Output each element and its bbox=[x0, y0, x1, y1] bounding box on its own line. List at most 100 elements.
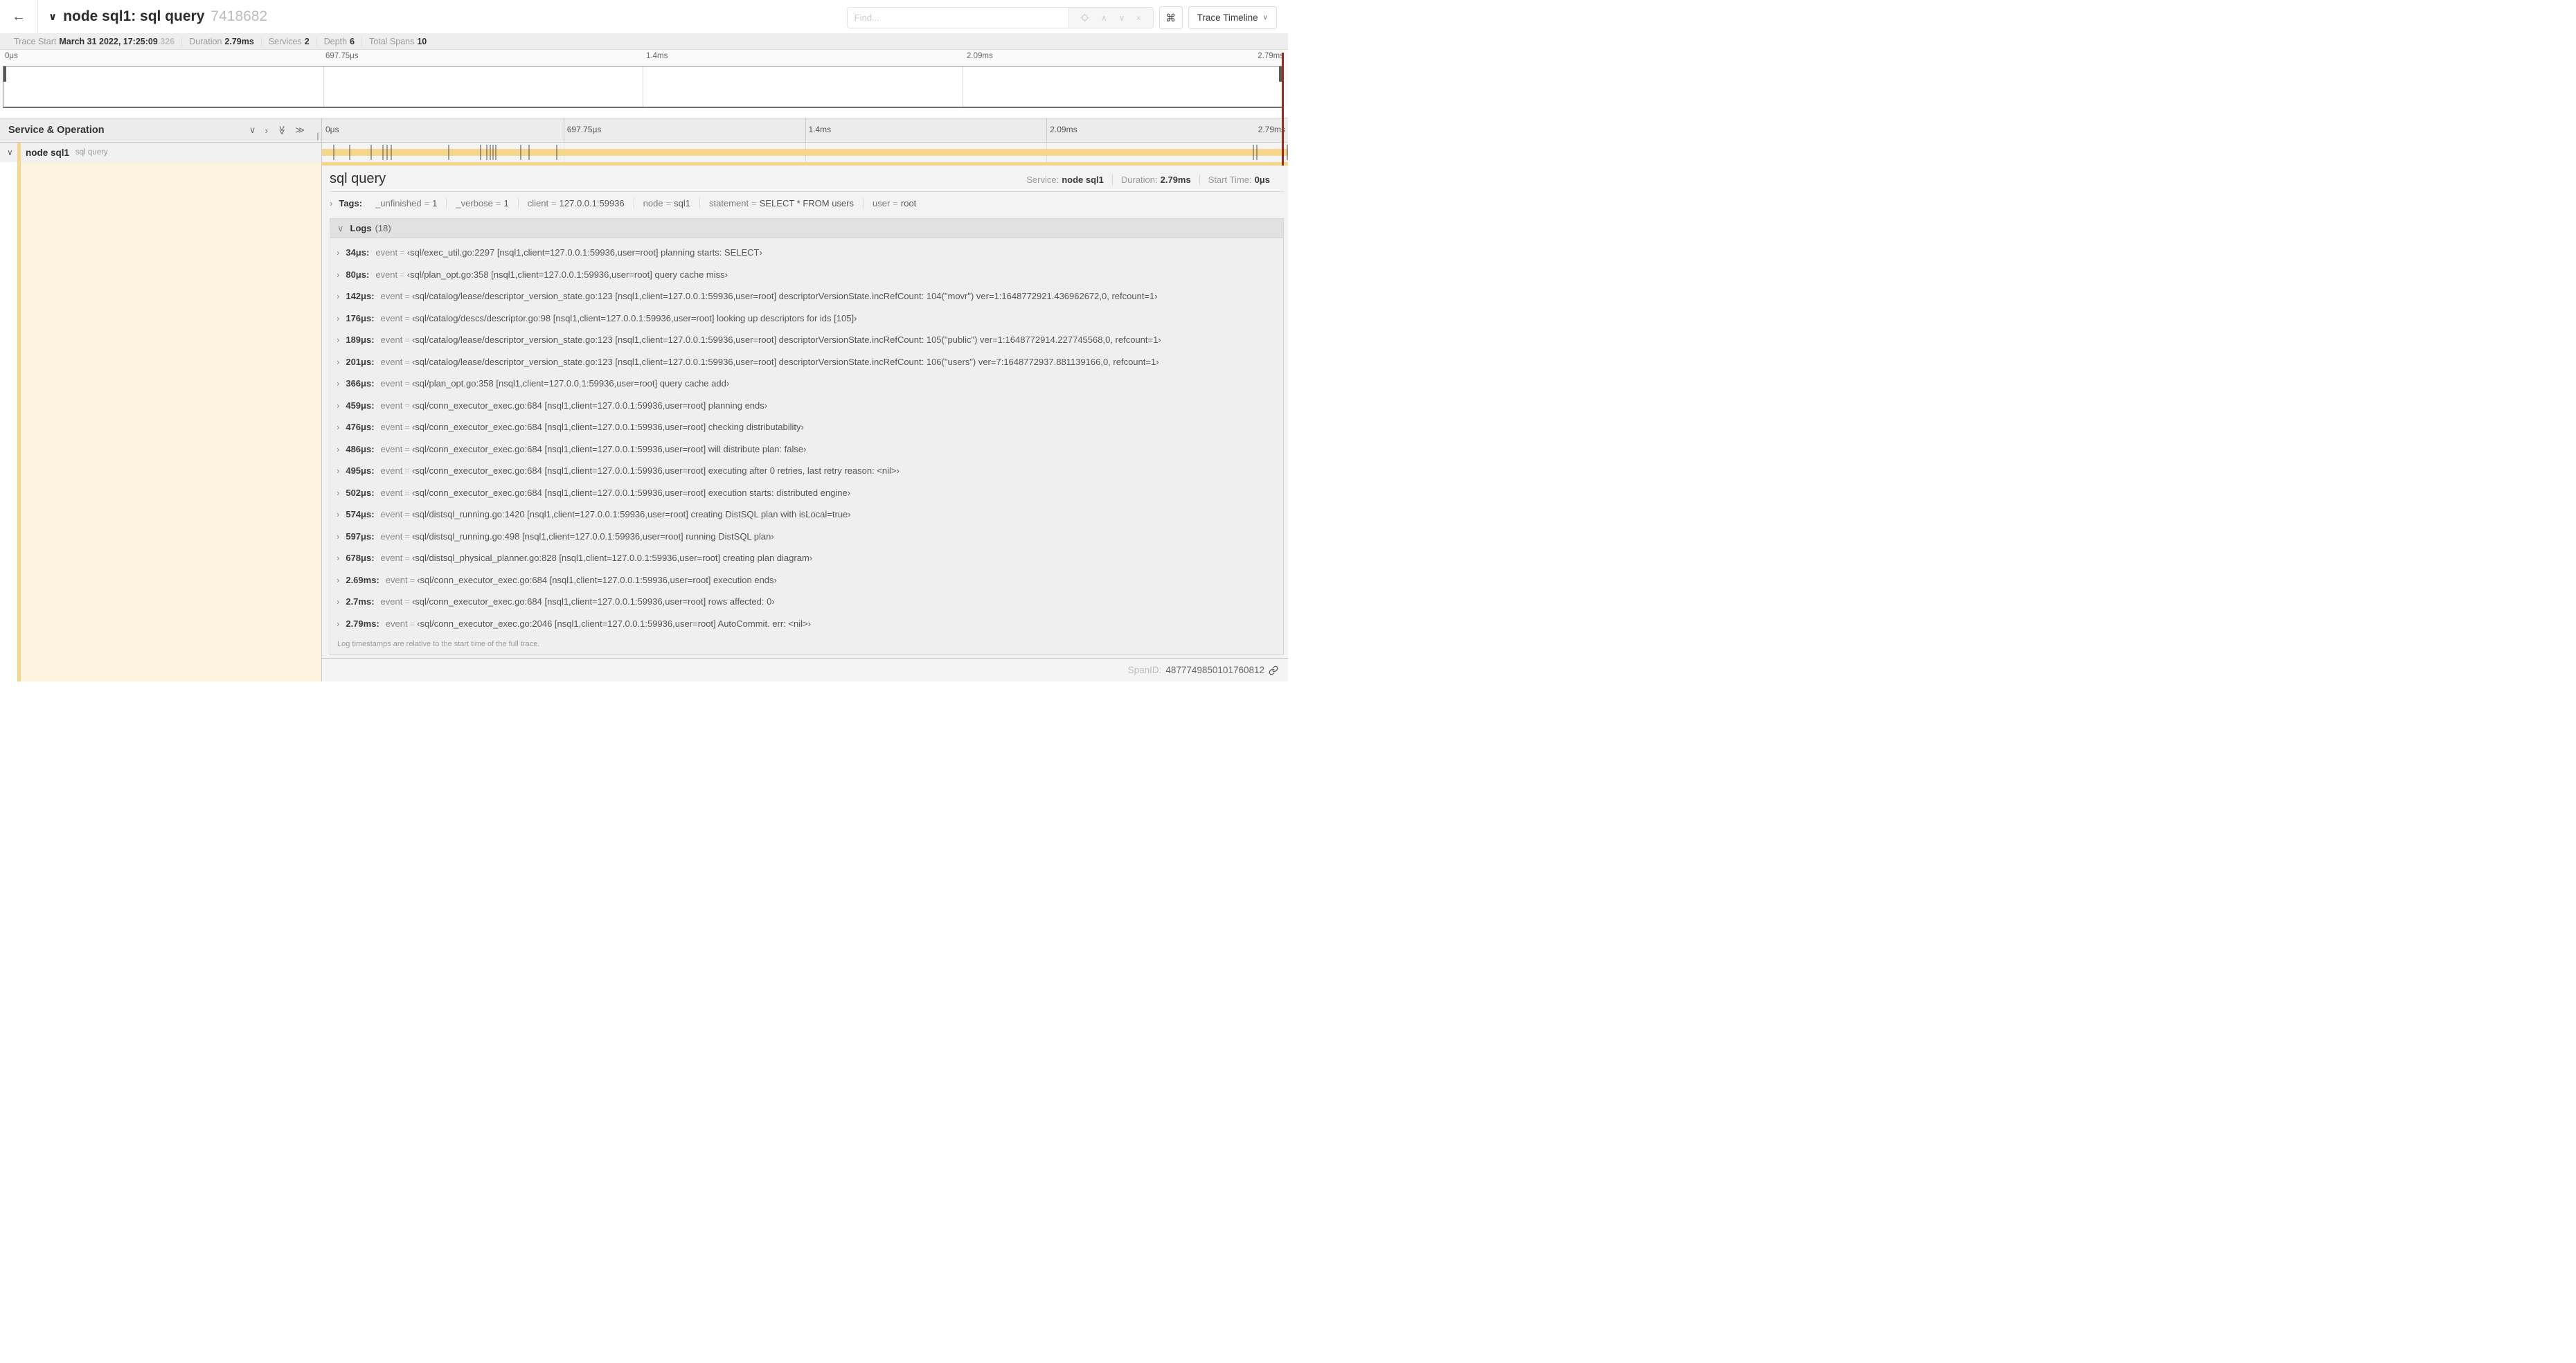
chevron-right-icon: › bbox=[337, 618, 340, 629]
log-timestamp: 34μs: bbox=[346, 247, 370, 258]
span-collapse-chevron-icon[interactable]: ∨ bbox=[7, 148, 13, 157]
span-id-label: SpanID: bbox=[1127, 665, 1162, 675]
view-selector-button[interactable]: Trace Timeline ∨ bbox=[1188, 6, 1277, 29]
chevron-right-icon: › bbox=[337, 596, 340, 607]
log-entry[interactable]: › 34μs: event = ‹sql/exec_util.go:2297 [… bbox=[337, 242, 1283, 264]
span-row[interactable]: ∨ node sql1 sql query bbox=[0, 143, 1288, 162]
chevron-down-icon: ∨ bbox=[1262, 14, 1268, 21]
log-timestamp: 459μs: bbox=[346, 400, 375, 411]
minimap-canvas[interactable] bbox=[3, 66, 1282, 108]
log-entry[interactable]: › 597μs: event = ‹sql/distsql_running.go… bbox=[337, 526, 1283, 548]
span-id-footer: SpanID: 4877749850101760812 bbox=[322, 658, 1288, 682]
timeline-minimap[interactable]: 0μs 697.75μs 1.4ms 2.09ms 2.79ms bbox=[0, 50, 1288, 108]
locate-icon[interactable] bbox=[1080, 13, 1089, 22]
log-entry[interactable]: › 476μs: event = ‹sql/conn_executor_exec… bbox=[337, 416, 1283, 438]
chevron-right-icon: › bbox=[337, 269, 340, 280]
trace-summary-bar: Trace Start March 31 2022, 17:25:09.326 Du… bbox=[0, 34, 1288, 50]
log-entry[interactable]: › 2.79ms: event = ‹sql/conn_executor_exe… bbox=[337, 613, 1283, 635]
log-message: ‹sql/catalog/lease/descriptor_version_st… bbox=[411, 291, 1158, 302]
span-bar-area[interactable] bbox=[322, 143, 1288, 162]
log-timestamp: 2.69ms: bbox=[346, 574, 379, 585]
log-marker-tick bbox=[492, 145, 494, 160]
chevron-right-icon: › bbox=[330, 198, 333, 208]
log-marker-tick bbox=[391, 145, 392, 160]
span-row-name-column[interactable]: ∨ node sql1 sql query bbox=[0, 143, 322, 162]
log-entry[interactable]: › 201μs: event = ‹sql/catalog/lease/desc… bbox=[337, 351, 1283, 373]
keyboard-shortcuts-button[interactable]: ⌘ bbox=[1159, 6, 1183, 29]
log-timestamp: 201μs: bbox=[346, 356, 375, 367]
tags-label: Tags: bbox=[339, 198, 363, 208]
copy-link-icon[interactable] bbox=[1269, 666, 1278, 675]
log-marker-tick bbox=[556, 145, 557, 160]
log-marker-tick bbox=[382, 145, 384, 160]
ruler-tick-label: 697.75μs bbox=[566, 125, 602, 134]
back-button[interactable]: ← bbox=[0, 0, 38, 33]
log-message: ‹sql/distsql_running.go:1420 [nsql1,clie… bbox=[411, 509, 851, 520]
log-timestamp: 476μs: bbox=[346, 422, 375, 433]
log-field-key: event bbox=[380, 291, 403, 302]
chevron-right-icon: › bbox=[337, 291, 340, 302]
clear-search-icon[interactable]: × bbox=[1136, 13, 1141, 23]
collapse-one-icon[interactable]: ∨ bbox=[249, 125, 256, 136]
log-entry[interactable]: › 502μs: event = ‹sql/conn_executor_exec… bbox=[337, 482, 1283, 504]
log-message: ‹sql/plan_opt.go:358 [nsql1,client=127.0… bbox=[411, 378, 730, 389]
expand-one-icon[interactable]: › bbox=[265, 125, 267, 136]
log-field-key: event bbox=[380, 312, 403, 323]
log-equals: = bbox=[404, 443, 410, 454]
log-entry[interactable]: › 2.7ms: event = ‹sql/conn_executor_exec… bbox=[337, 591, 1283, 613]
log-entry[interactable]: › 189μs: event = ‹sql/catalog/lease/desc… bbox=[337, 329, 1283, 351]
logs-header[interactable]: ∨ Logs (18) bbox=[330, 219, 1283, 238]
log-entry[interactable]: › 574μs: event = ‹sql/distsql_running.go… bbox=[337, 504, 1283, 526]
log-field-key: event bbox=[380, 465, 403, 476]
log-entry[interactable]: › 142μs: event = ‹sql/catalog/lease/desc… bbox=[337, 285, 1283, 308]
log-entry[interactable]: › 80μs: event = ‹sql/plan_opt.go:358 [ns… bbox=[337, 264, 1283, 286]
service-operation-header: Service & Operation ∨ › ≫ ≫ ∥ bbox=[0, 118, 322, 142]
minimap-gridline bbox=[323, 66, 324, 107]
log-message: ‹sql/exec_util.go:2297 [nsql1,client=127… bbox=[406, 247, 762, 258]
log-entry[interactable]: › 2.69ms: event = ‹sql/conn_executor_exe… bbox=[337, 569, 1283, 591]
chevron-right-icon: › bbox=[337, 247, 340, 258]
next-match-icon[interactable]: ∨ bbox=[1118, 13, 1125, 23]
span-duration-bar bbox=[322, 149, 1288, 156]
tags-list: _unfinished = 1 _verbose = 1 client = 127.0.0.1:… bbox=[366, 198, 925, 208]
log-marker-tick bbox=[528, 145, 530, 160]
find-input[interactable] bbox=[847, 8, 1068, 28]
log-field-key: event bbox=[380, 596, 403, 607]
log-entry[interactable]: › 459μs: event = ‹sql/conn_executor_exec… bbox=[337, 395, 1283, 417]
chevron-down-icon: ∨ bbox=[337, 222, 344, 233]
summary-item: Total Spans 10 bbox=[369, 37, 427, 46]
log-message: ‹sql/conn_executor_exec.go:684 [nsql1,cl… bbox=[411, 443, 807, 454]
log-entry[interactable]: › 495μs: event = ‹sql/conn_executor_exec… bbox=[337, 460, 1283, 482]
column-resize-grip[interactable]: ∥ bbox=[316, 132, 321, 141]
back-arrow-icon: ← bbox=[12, 8, 26, 24]
chevron-right-icon: › bbox=[337, 531, 340, 542]
minimap-left-drag-handle[interactable] bbox=[3, 66, 6, 82]
selected-span-indent-fill bbox=[21, 162, 322, 682]
log-message: ‹sql/conn_executor_exec.go:684 [nsql1,cl… bbox=[411, 596, 775, 607]
view-selector-label: Trace Timeline bbox=[1197, 12, 1258, 23]
tags-accordion[interactable]: › Tags: _unfinished = 1 _verbose = 1 client = 12… bbox=[330, 192, 1284, 215]
span-detail-title: sql query bbox=[330, 171, 386, 186]
log-equals: = bbox=[409, 574, 415, 585]
page-title: node sql1: sql query bbox=[63, 8, 205, 24]
log-entry[interactable]: › 366μs: event = ‹sql/plan_opt.go:358 [n… bbox=[337, 373, 1283, 395]
log-message: ‹sql/catalog/descs/descriptor.go:98 [nsq… bbox=[411, 312, 857, 323]
service-operation-title: Service & Operation bbox=[8, 125, 105, 136]
collapse-all-icon[interactable]: ≫ bbox=[276, 125, 287, 135]
log-message: ‹sql/catalog/lease/descriptor_version_st… bbox=[411, 356, 1159, 367]
prev-match-icon[interactable]: ∧ bbox=[1101, 13, 1107, 23]
find-controls: ∧ ∨ × bbox=[1068, 8, 1153, 28]
minimap-scrubber-line[interactable] bbox=[1282, 53, 1284, 166]
ruler-tick-label: 2.09ms bbox=[1050, 125, 1077, 134]
tag-item: _unfinished = 1 bbox=[366, 198, 447, 208]
log-entry[interactable]: › 176μs: event = ‹sql/catalog/descs/desc… bbox=[337, 308, 1283, 330]
log-entry[interactable]: › 678μs: event = ‹sql/distsql_physical_p… bbox=[337, 547, 1283, 569]
span-detail-overview: Service: node sql1 Duration: 2.79ms Start … bbox=[1018, 175, 1284, 185]
log-timestamp: 142μs: bbox=[346, 291, 375, 302]
chevron-right-icon: › bbox=[337, 400, 340, 411]
tag-item: client = 127.0.0.1:59936 bbox=[519, 198, 634, 208]
expand-all-icon[interactable]: ≫ bbox=[295, 125, 305, 136]
summary-item: Depth 6 bbox=[317, 37, 363, 46]
log-entry[interactable]: › 486μs: event = ‹sql/conn_executor_exec… bbox=[337, 438, 1283, 461]
collapse-title-chevron-icon[interactable]: ∨ bbox=[48, 10, 57, 23]
